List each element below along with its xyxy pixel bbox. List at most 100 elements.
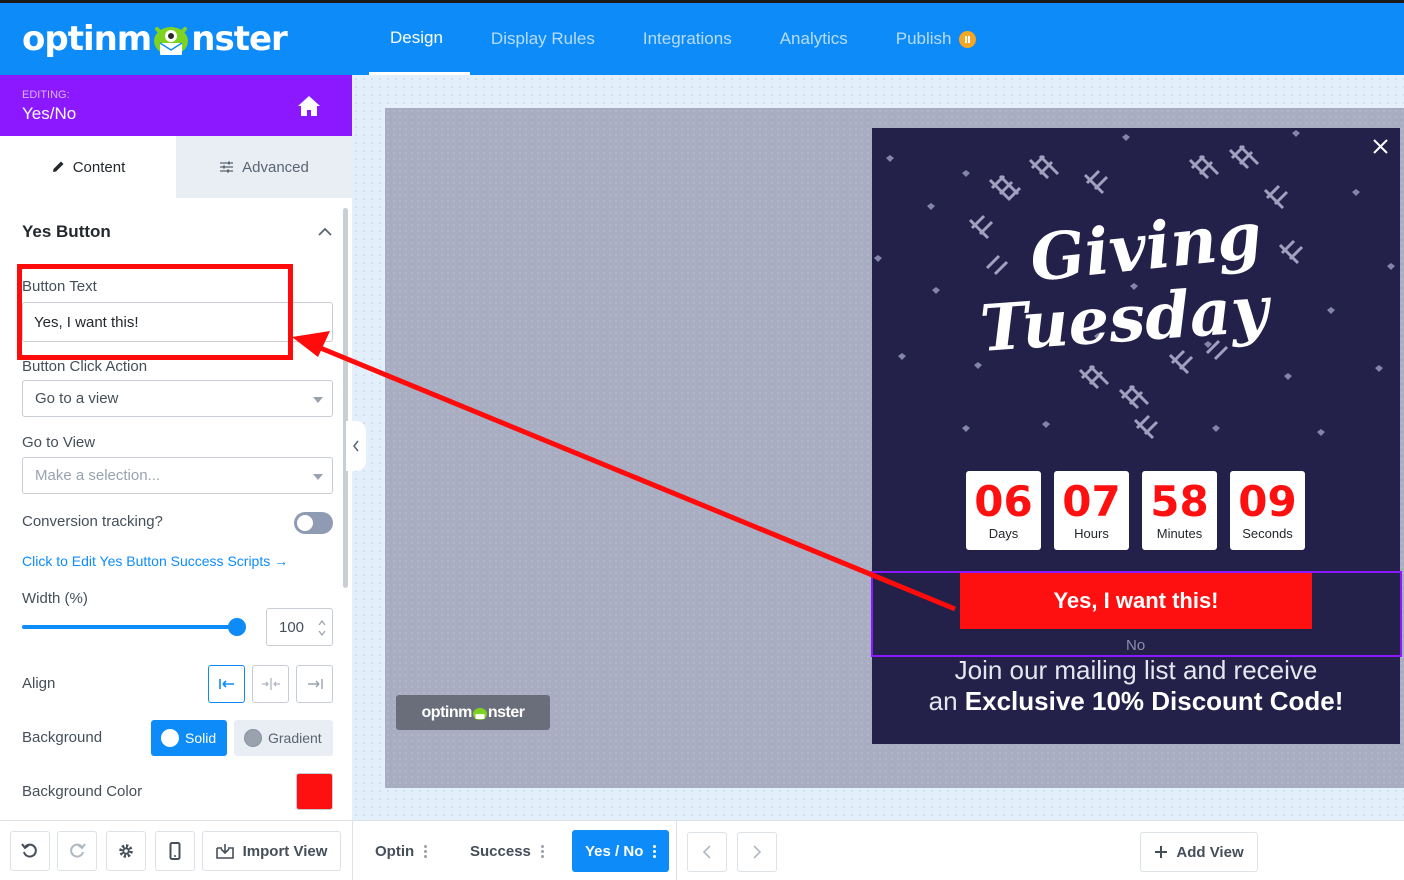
align-center-button[interactable]: [252, 665, 289, 703]
nav-integrations-label: Integrations: [642, 29, 732, 48]
width-slider-handle[interactable]: [228, 618, 246, 636]
align-right-icon: [307, 679, 323, 689]
chevron-left-icon: [703, 845, 711, 859]
radio-selected-icon: [161, 729, 179, 747]
add-view-button[interactable]: Add View: [1140, 832, 1258, 872]
popup-no-link[interactable]: No: [1126, 637, 1145, 654]
click-action-select[interactable]: Go to a view: [22, 380, 333, 417]
tab-content[interactable]: Content: [0, 136, 176, 198]
countdown-days-value: 06: [974, 477, 1033, 526]
bottom-toolbar: Import View: [0, 820, 352, 880]
countdown-minutes-label: Minutes: [1156, 526, 1203, 541]
optinmonster-logo[interactable]: optinm nster: [22, 19, 288, 59]
nav-display-rules-label: Display Rules: [490, 29, 595, 48]
width-value: 100: [279, 618, 305, 636]
background-gradient-button[interactable]: Gradient: [234, 720, 333, 756]
nav-analytics[interactable]: Analytics: [759, 3, 875, 75]
view-tab-success-label: Success: [470, 842, 531, 860]
join-text-line2: an Exclusive 10% Discount Code!: [872, 686, 1400, 717]
next-view-button[interactable]: [737, 832, 777, 872]
countdown-days-label: Days: [988, 526, 1019, 541]
go-to-view-label: Go to View: [22, 434, 96, 451]
background-gradient-label: Gradient: [268, 730, 322, 746]
view-tab-success[interactable]: Success: [470, 830, 544, 872]
redo-button[interactable]: [57, 831, 97, 871]
join-line2-prefix: an: [928, 686, 958, 716]
previous-view-button[interactable]: [687, 832, 727, 872]
success-scripts-link[interactable]: Click to Edit Yes Button Success Scripts…: [22, 553, 288, 569]
pencil-icon: [52, 161, 64, 172]
chevron-left-icon: [353, 440, 359, 452]
view-tab-optin-label: Optin: [375, 842, 415, 860]
countdown-seconds-value: 09: [1238, 477, 1297, 526]
nav-design[interactable]: Design: [369, 3, 470, 75]
badge-text-right: nster: [487, 703, 525, 721]
radio-unselected-icon: [244, 729, 262, 747]
align-center-icon: [261, 678, 280, 690]
editing-label: EDITING:: [22, 89, 70, 101]
chevron-right-icon: [753, 845, 761, 859]
editing-header: EDITING: Yes/No: [0, 75, 352, 136]
align-right-button[interactable]: [296, 665, 333, 703]
more-vertical-icon[interactable]: [540, 843, 544, 859]
add-view-label: Add View: [1176, 843, 1244, 861]
import-icon: [215, 844, 234, 859]
redo-icon: [70, 843, 86, 858]
gear-icon: [119, 844, 133, 858]
tab-advanced[interactable]: Advanced: [176, 136, 352, 198]
collapse-panel-button[interactable]: [346, 421, 366, 471]
settings-button[interactable]: [106, 831, 146, 871]
monster-icon: [149, 21, 193, 57]
background-color-swatch[interactable]: [296, 773, 333, 810]
conversion-tracking-toggle[interactable]: [294, 512, 333, 534]
width-label: Width (%): [22, 590, 88, 607]
background-color-label: Background Color: [22, 783, 143, 800]
editing-title: Yes/No: [22, 104, 77, 123]
join-text-line1: Join our mailing list and receive: [954, 655, 1318, 685]
align-left-button[interactable]: [208, 665, 245, 703]
align-left-icon: [218, 679, 234, 689]
nav-publish[interactable]: Publish: [875, 3, 1003, 75]
align-label: Align: [22, 675, 56, 692]
chevron-up-icon[interactable]: [318, 227, 332, 236]
panel-scrollbar[interactable]: [343, 208, 348, 588]
countdown-hours: 07 Hours: [1054, 471, 1129, 550]
close-icon[interactable]: [1373, 139, 1388, 154]
countdown-hours-label: Hours: [1074, 526, 1109, 541]
monster-badge-icon: [472, 707, 487, 720]
main-nav: Design Display Rules Integrations Analyt…: [369, 3, 1003, 75]
caret-down-icon: [313, 397, 323, 403]
views-bar: Optin Success Yes / No Add View: [352, 820, 1404, 880]
plus-icon: [1155, 846, 1168, 858]
width-number-input[interactable]: 100: [266, 608, 333, 646]
view-tab-optin[interactable]: Optin: [375, 830, 428, 872]
nav-integrations[interactable]: Integrations: [622, 3, 759, 75]
undo-button[interactable]: [10, 831, 50, 871]
width-slider-track[interactable]: [22, 625, 237, 629]
home-icon[interactable]: [297, 95, 321, 117]
view-tab-yes-no[interactable]: Yes / No: [572, 830, 670, 872]
background-label: Background: [22, 729, 103, 746]
background-solid-label: Solid: [185, 730, 217, 746]
top-bar: optinm nster Design Display Rules Integr…: [0, 0, 1404, 75]
optinmonster-badge[interactable]: optinm nster: [396, 695, 550, 730]
import-view-button[interactable]: Import View: [202, 831, 341, 871]
spinner-arrows-icon[interactable]: [318, 618, 326, 638]
countdown-hours-value: 07: [1062, 477, 1121, 526]
import-view-label: Import View: [242, 842, 328, 860]
nav-display-rules[interactable]: Display Rules: [470, 3, 622, 75]
countdown-minutes-value: 58: [1150, 477, 1209, 526]
background-solid-button[interactable]: Solid: [151, 720, 227, 756]
section-title: Yes Button: [22, 222, 111, 241]
join-line2-bold: Exclusive 10% Discount Code!: [964, 686, 1344, 716]
go-to-view-placeholder: Make a selection...: [35, 467, 161, 484]
popup-yes-button[interactable]: Yes, I want this!: [960, 573, 1312, 629]
click-action-label: Button Click Action: [22, 358, 148, 375]
go-to-view-select[interactable]: Make a selection...: [22, 457, 333, 494]
more-vertical-icon[interactable]: [424, 843, 428, 859]
more-vertical-icon[interactable]: [653, 843, 657, 859]
mobile-preview-button[interactable]: [155, 831, 195, 871]
panel-tabs: Content Advanced: [0, 136, 352, 198]
view-tab-yes-no-label: Yes / No: [585, 842, 644, 860]
countdown-days: 06 Days: [966, 471, 1041, 550]
